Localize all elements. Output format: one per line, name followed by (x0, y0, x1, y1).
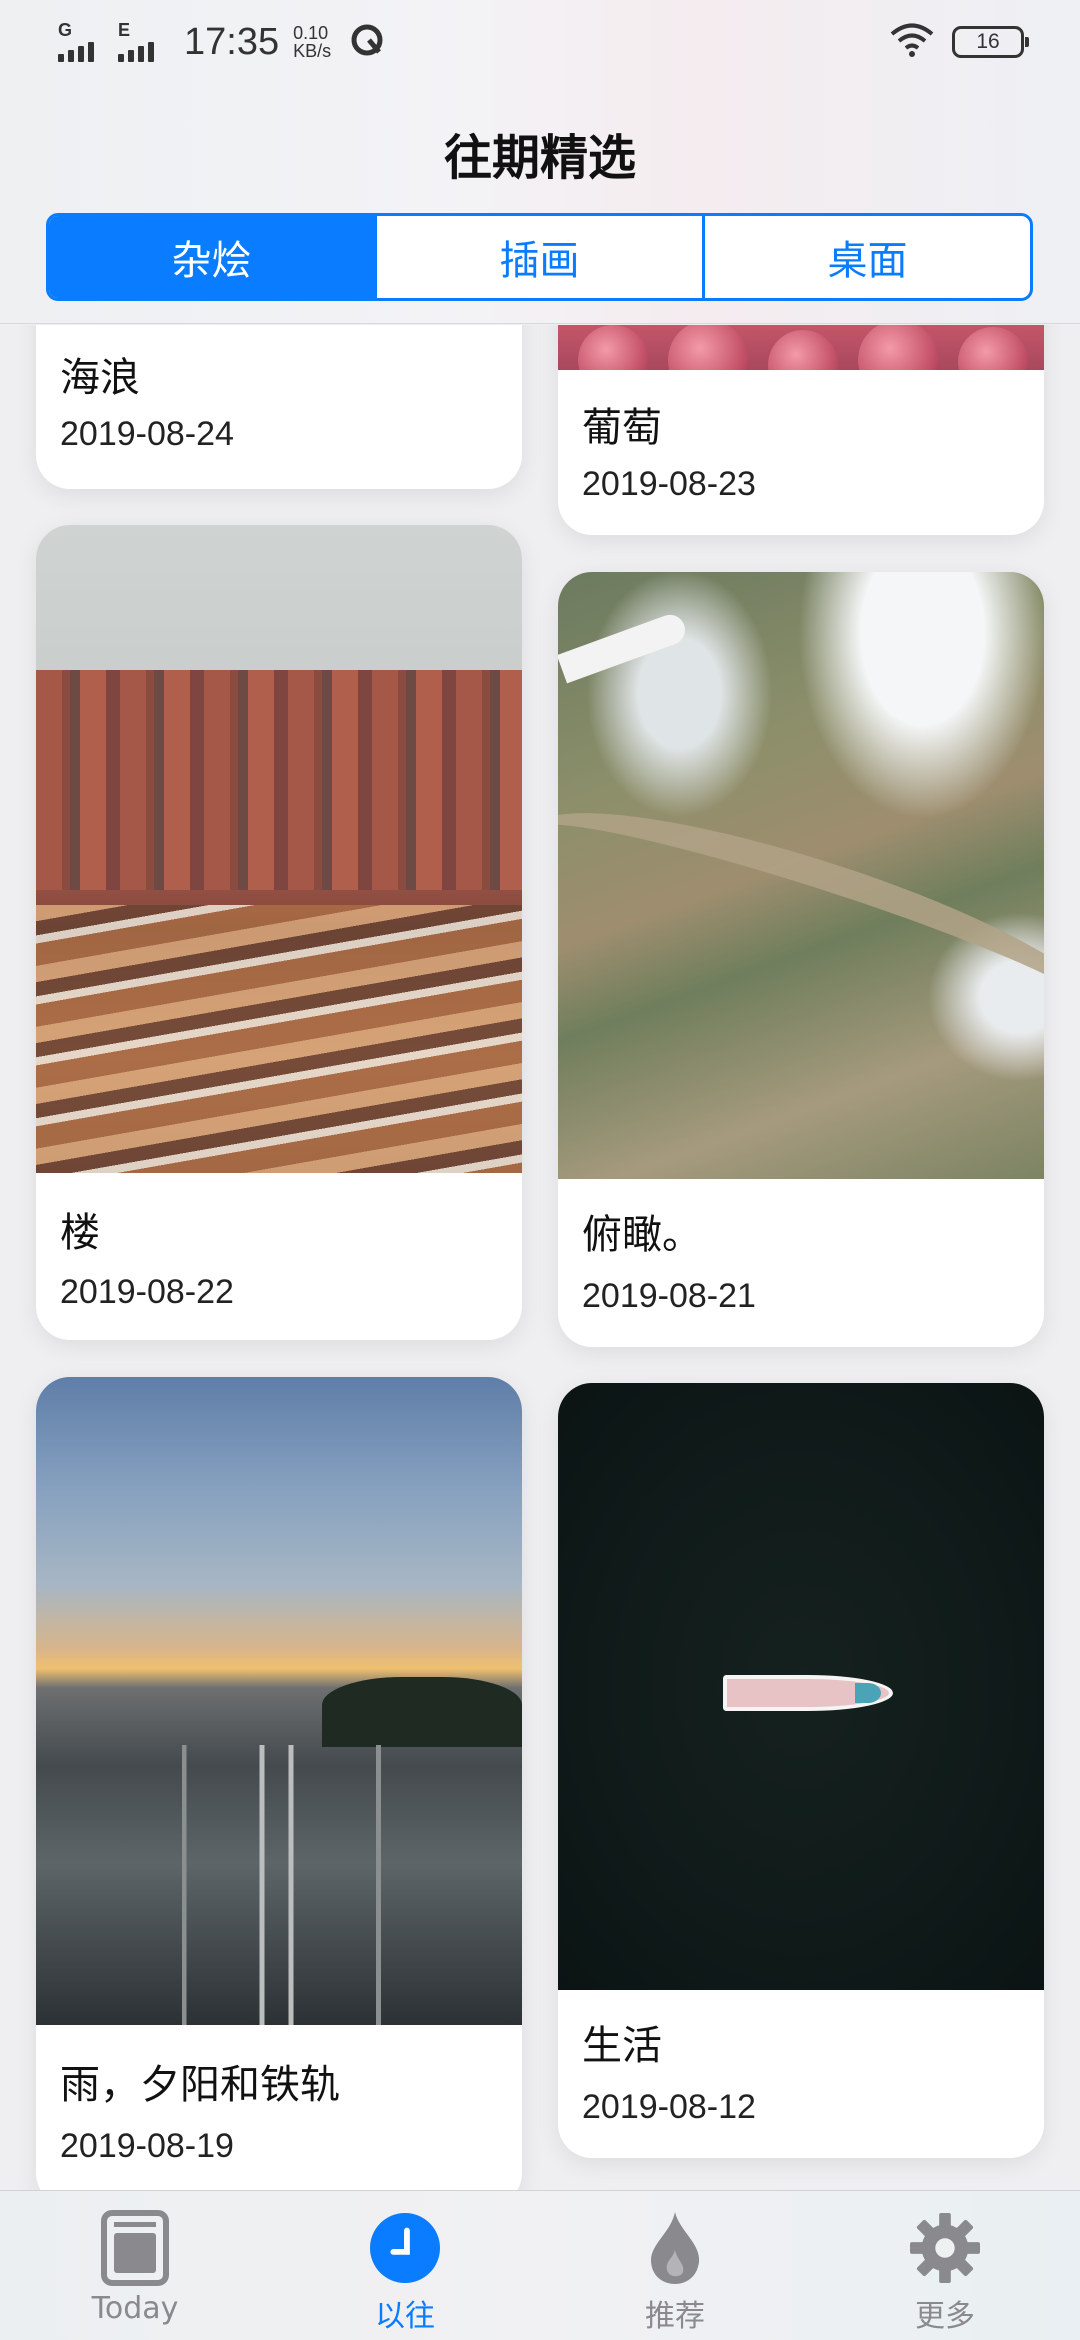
network-speed: 0.10 KB/s (293, 24, 331, 60)
card-caption: 俯瞰。 (582, 1212, 702, 1258)
card-photo (558, 572, 1044, 1179)
tab-label: Today (91, 2291, 179, 2326)
wallpaper-grid: 海浪 2019-08-24 葡萄 2019-08-23 楼 2019-08-22… (0, 325, 1080, 2190)
wallpaper-card[interactable]: 楼 2019-08-22 (36, 525, 522, 1340)
status-time: 17:35 (184, 20, 280, 63)
speed-unit: KB/s (293, 41, 332, 61)
header: G E 17:35 0.10 KB/s 16 往期精选 杂烩 插画 桌面 (0, 0, 1080, 324)
card-date: 2019-08-21 (582, 1277, 756, 1315)
tab-label: 以往 (375, 2299, 435, 2334)
card-photo (36, 525, 522, 1173)
card-caption: 海浪 (60, 355, 140, 401)
signal-1-icon: G (58, 20, 104, 62)
clock-icon (370, 2209, 440, 2287)
card-date: 2019-08-12 (582, 2088, 756, 2126)
segment-illustration[interactable]: 插画 (377, 216, 705, 298)
tab-label: 推荐 (645, 2299, 705, 2334)
bottom-tab-bar: Today 以往 推荐 更多 (0, 2190, 1080, 2340)
card-date: 2019-08-22 (60, 1273, 234, 1311)
card-photo (558, 1383, 1044, 1990)
battery-level: 16 (976, 30, 1000, 53)
segment-mixed[interactable]: 杂烩 (49, 216, 377, 298)
wifi-icon (890, 23, 934, 62)
wallpaper-card[interactable]: 海浪 2019-08-24 (36, 325, 522, 489)
wallpaper-card[interactable]: 生活 2019-08-12 (558, 1383, 1044, 2158)
wallpaper-card[interactable]: 俯瞰。 2019-08-21 (558, 572, 1044, 1347)
card-caption: 雨，夕阳和铁轨 (60, 2062, 340, 2108)
card-photo (36, 1377, 522, 2025)
speed-value: 0.10 (293, 23, 329, 43)
card-caption: 楼 (60, 1210, 100, 1256)
gear-icon (910, 2209, 980, 2287)
card-caption: 生活 (582, 2023, 662, 2069)
card-photo (558, 325, 1044, 370)
page-title: 往期精选 (443, 130, 636, 186)
tab-today[interactable]: Today (0, 2191, 270, 2340)
segment-desktop[interactable]: 桌面 (705, 216, 1030, 298)
tab-label: 更多 (915, 2299, 975, 2334)
notification-icon (349, 22, 385, 63)
tab-recommend[interactable]: 推荐 (540, 2191, 810, 2340)
signal-2-icon: E (118, 20, 164, 62)
card-caption: 葡萄 (582, 405, 662, 451)
tab-history[interactable]: 以往 (270, 2191, 540, 2340)
wallpaper-card[interactable]: 雨，夕阳和铁轨 2019-08-19 (36, 1377, 522, 2190)
card-date: 2019-08-23 (582, 465, 756, 503)
today-icon (100, 2209, 170, 2287)
category-segmented-control: 杂烩 插画 桌面 (46, 213, 1033, 301)
network-type-1: G (58, 20, 73, 40)
tab-more[interactable]: 更多 (810, 2191, 1080, 2340)
battery-icon: 16 (952, 26, 1029, 58)
flame-icon (640, 2209, 710, 2287)
card-date: 2019-08-19 (60, 2127, 234, 2165)
card-date: 2019-08-24 (60, 415, 234, 453)
status-bar: G E 17:35 0.10 KB/s 16 (0, 0, 1080, 84)
network-type-2: E (118, 20, 131, 40)
wallpaper-card[interactable]: 葡萄 2019-08-23 (558, 325, 1044, 535)
